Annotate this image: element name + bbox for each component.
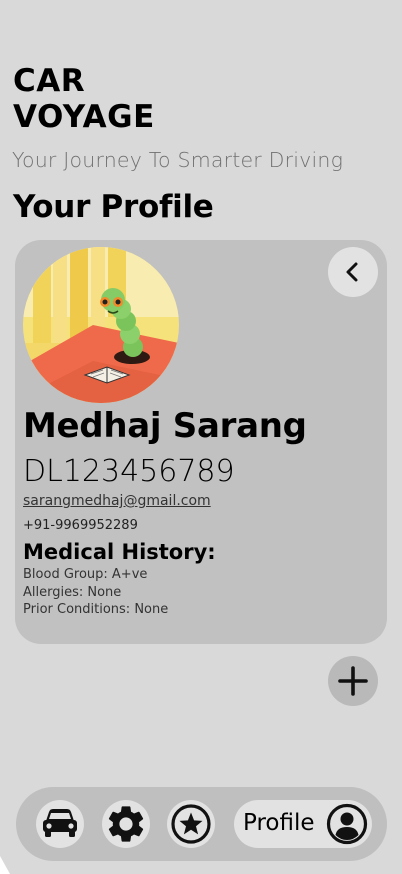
nav-profile-button[interactable]: Profile [234,800,372,848]
medical-history-heading: Medical History: [23,540,216,564]
nav-profile-label: Profile [243,810,315,836]
blood-group: Blood Group: A+ve [23,567,148,582]
phone-number: +91-9969952289 [23,518,138,533]
avatar [23,247,179,403]
email-link[interactable]: sarangmedhaj@gmail.com [23,493,211,509]
car-icon [43,809,77,837]
profile-card: Medhaj Sarang DL123456789 sarangmedhaj@g… [15,240,387,644]
allergies: Allergies: None [23,585,122,600]
caterpillar-reading-avatar-icon [23,247,179,403]
user-circle-icon [326,803,368,845]
page-title: Your Profile [13,189,214,225]
app-tagline: Your Journey To Smarter Driving [12,148,344,172]
nav-settings-button[interactable] [102,800,150,848]
license-number: DL123456789 [23,454,235,489]
plus-icon [338,666,368,696]
add-button[interactable] [328,656,378,706]
prior-conditions: Prior Conditions: None [23,602,169,617]
chevron-left-icon [346,262,358,282]
star-icon [171,804,211,844]
corner-decoration [0,856,10,874]
back-button[interactable] [328,247,378,297]
bottom-navigation: Profile [16,787,387,861]
user-name: Medhaj Sarang [23,406,307,446]
nav-favorites-button[interactable] [167,800,215,848]
gear-icon [108,806,144,842]
app-title: CAR VOYAGE [13,63,155,135]
nav-car-button[interactable] [36,800,84,848]
